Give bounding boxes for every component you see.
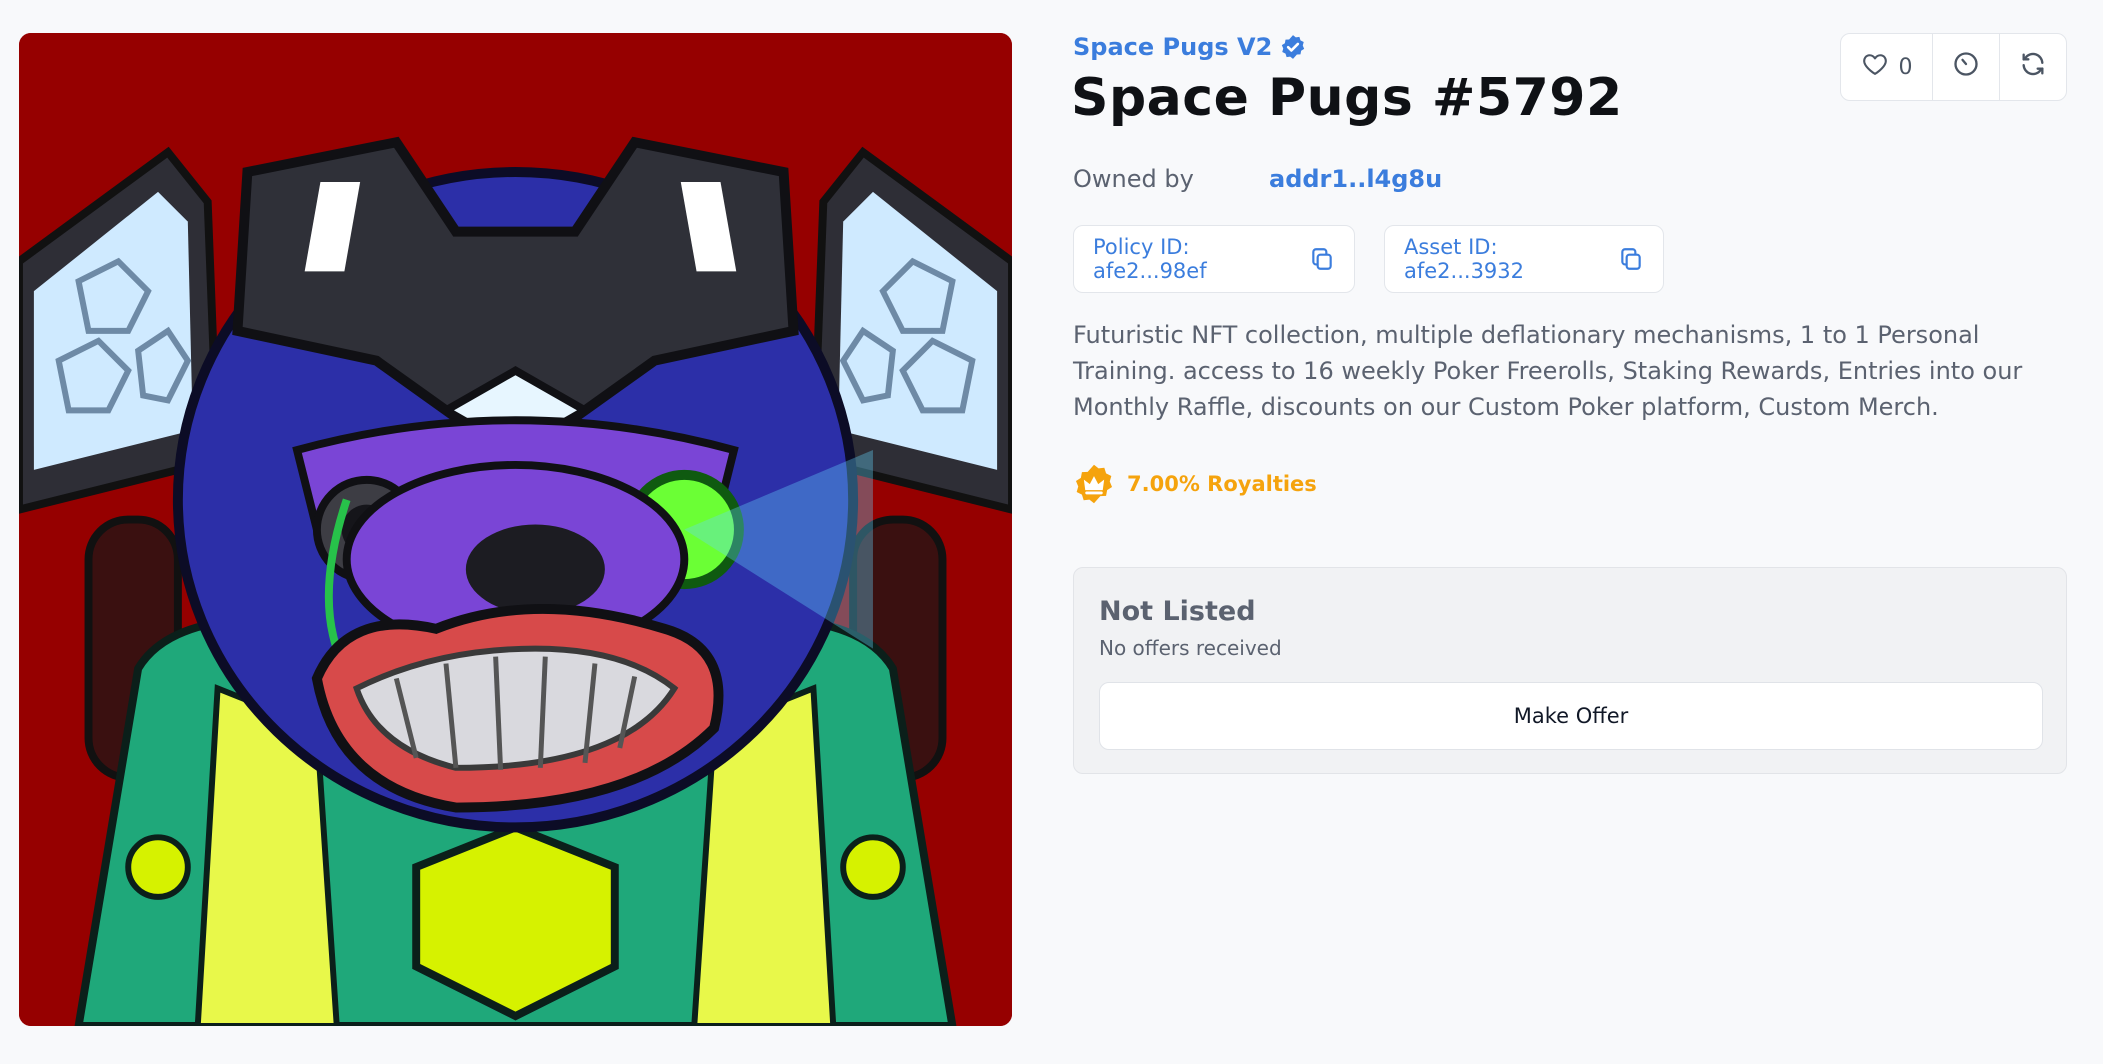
collection-link[interactable]: Space Pugs V2 xyxy=(1073,30,1306,64)
nft-image[interactable] xyxy=(19,33,1012,1026)
royalties-info: 7.00% Royalties xyxy=(1073,461,1317,507)
asset-description: Futuristic NFT collection, multiple defl… xyxy=(1073,321,2023,421)
listing-status: Not Listed xyxy=(1099,596,1256,627)
collection-name: Space Pugs V2 xyxy=(1073,33,1273,61)
asset-actions: 0 xyxy=(1840,33,2067,101)
pug-artwork xyxy=(19,33,1012,1026)
owner-address-link[interactable]: addr1..l4g8u xyxy=(1269,165,1442,193)
asset-id-copy-button[interactable]: Asset ID: afe2...3932 xyxy=(1384,225,1664,293)
copy-icon xyxy=(1618,246,1644,272)
like-count: 0 xyxy=(1898,54,1913,80)
verified-badge-icon xyxy=(1280,34,1306,60)
refresh-button[interactable] xyxy=(2000,34,2066,100)
history-button[interactable] xyxy=(1933,34,2000,100)
asset-id-text: Asset ID: afe2...3932 xyxy=(1404,235,1525,283)
make-offer-button[interactable]: Make Offer xyxy=(1099,682,2043,750)
listing-card: Not Listed No offers received Make Offer xyxy=(1073,567,2067,774)
page-title: Space Pugs #5792 xyxy=(1071,68,1623,128)
history-icon xyxy=(1952,50,1980,84)
policy-id-text: Policy ID: afe2...98ef xyxy=(1093,235,1207,283)
refresh-icon xyxy=(2019,50,2047,84)
offers-status: No offers received xyxy=(1099,636,1282,660)
owner-row: Owned by addr1..l4g8u xyxy=(1073,162,1442,196)
crown-badge-icon xyxy=(1073,463,1115,505)
copy-icon xyxy=(1309,246,1335,272)
owner-label: Owned by xyxy=(1073,165,1194,193)
royalties-text: 7.00% Royalties xyxy=(1127,472,1317,496)
policy-id-copy-button[interactable]: Policy ID: afe2...98ef xyxy=(1073,225,1355,293)
like-button[interactable]: 0 xyxy=(1841,34,1933,100)
heart-icon xyxy=(1861,50,1889,84)
